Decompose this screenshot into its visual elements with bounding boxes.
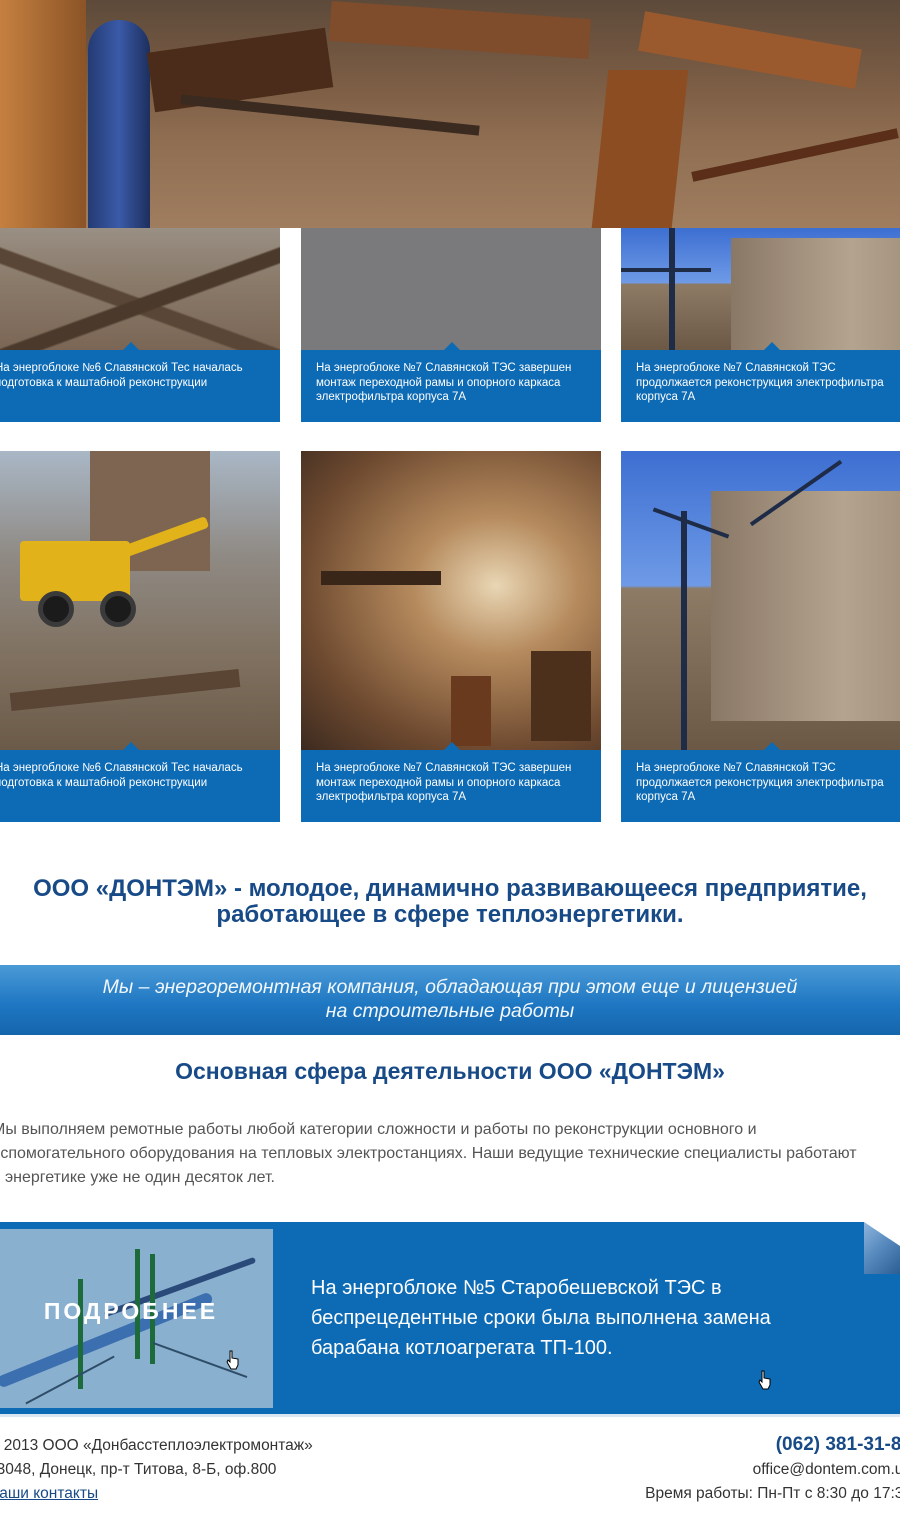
- footer-phone[interactable]: (062) 381-31-88: [776, 1433, 900, 1457]
- activity-line: вспомогательного оборудования на тепловы…: [0, 1145, 857, 1162]
- news-photo[interactable]: [301, 451, 601, 750]
- photo-crane: [669, 228, 675, 350]
- news-photo[interactable]: [0, 228, 280, 350]
- company-heading-line: ООО «ДОНТЭМ» - молодое, динамично развив…: [33, 875, 867, 902]
- photo-beam: [321, 571, 441, 585]
- footer-address: 83048, Донецк, пр-т Титова, 8-Б, оф.800: [0, 1461, 277, 1478]
- pointer-cursor-icon: [226, 1350, 239, 1370]
- news-photo[interactable]: [0, 451, 280, 750]
- photo-wheel: [100, 591, 136, 627]
- activity-line: в энергетике уже не один десяток лет.: [0, 1169, 275, 1186]
- news-caption[interactable]: На энергоблоке №7 Славянской ТЭС заверше…: [301, 342, 601, 422]
- activity-heading: Основная сфера деятельности ООО «ДОНТЭМ»: [175, 1058, 725, 1084]
- pointer-cursor-icon: [758, 1370, 771, 1390]
- slogan-text: Мы – энергоремонтная компания, обладающа…: [0, 975, 900, 1023]
- slogan-line: Мы – энергоремонтная компания, обладающа…: [102, 976, 798, 998]
- photo-steel-block: [451, 676, 491, 746]
- promo-text: На энергоблоке №5 Старобешевской ТЭС в б…: [311, 1273, 851, 1363]
- company-heading: ООО «ДОНТЭМ» - молодое, динамично развив…: [0, 876, 900, 928]
- promo-text-line: На энергоблоке №5 Старобешевской ТЭС в: [311, 1277, 722, 1299]
- footer-email[interactable]: office@dontem.com.ua: [753, 1458, 900, 1482]
- news-caption-text: На энергоблоке №6 Славянской Тес началас…: [0, 762, 243, 789]
- footer-copyright: © 2013 ООО «Донбасстеплоэлектромонтаж»: [0, 1437, 313, 1454]
- hero-beam: [691, 128, 899, 182]
- photo-building: [711, 491, 900, 721]
- hero-pillar: [0, 0, 86, 228]
- activity-line: Мы выполняем ремотные работы любой катег…: [0, 1121, 757, 1138]
- photo-crane: [681, 511, 687, 750]
- contacts-link[interactable]: Наши контакты: [0, 1482, 98, 1506]
- photo-wheel: [38, 591, 74, 627]
- news-caption[interactable]: На энергоблоке №7 Славянской ТЭС продолж…: [621, 342, 900, 422]
- news-photo[interactable]: [621, 451, 900, 750]
- hero-gas-cylinder: [88, 20, 150, 228]
- photo-beam: [9, 669, 241, 711]
- news-photo[interactable]: [301, 228, 601, 350]
- news-caption[interactable]: На энергоблоке №6 Славянской Тес началас…: [0, 342, 280, 422]
- hero-debris: [328, 0, 592, 60]
- news-caption[interactable]: На энергоблоке №7 Славянской ТЭС продолж…: [621, 742, 900, 822]
- news-caption-text: На энергоблоке №7 Славянской ТЭС заверше…: [316, 362, 572, 403]
- hero-steel-block: [591, 70, 689, 228]
- photo-building: [731, 238, 900, 350]
- promo-text-line: беспрецедентные сроки была выполнена зам…: [311, 1307, 771, 1329]
- footer-hours: Время работы: Пн-Пт с 8:30 до 17:30: [645, 1485, 900, 1502]
- photo-crane-arm: [621, 268, 711, 272]
- hero-beam: [180, 94, 480, 136]
- news-caption[interactable]: На энергоблоке №6 Славянской Тес началас…: [0, 742, 280, 822]
- news-caption-text: На энергоблоке №7 Славянской ТЭС продолж…: [636, 362, 884, 403]
- promo-text-line: барабана котлоагрегата ТП-100.: [311, 1337, 613, 1359]
- hero-image: [0, 0, 900, 228]
- slogan-line: на строительные работы: [325, 1000, 575, 1022]
- company-heading-line: работающее в сфере теплоэнергетики.: [216, 901, 684, 928]
- activity-description: Мы выполняем ремотные работы любой катег…: [0, 1118, 900, 1190]
- news-photo[interactable]: [621, 228, 900, 350]
- news-caption-text: На энергоблоке №7 Славянской ТЭС заверше…: [316, 762, 572, 803]
- news-caption-text: На энергоблоке №6 Славянской Тес началас…: [0, 362, 243, 389]
- footer-divider: [0, 1414, 900, 1417]
- photo-steel-block: [531, 651, 591, 741]
- news-caption-text: На энергоблоке №7 Славянской ТЭС продолж…: [636, 762, 884, 803]
- news-caption[interactable]: На энергоблоке №7 Славянской ТЭС заверше…: [301, 742, 601, 822]
- more-button[interactable]: ПОДРОБНЕЕ: [0, 1298, 262, 1325]
